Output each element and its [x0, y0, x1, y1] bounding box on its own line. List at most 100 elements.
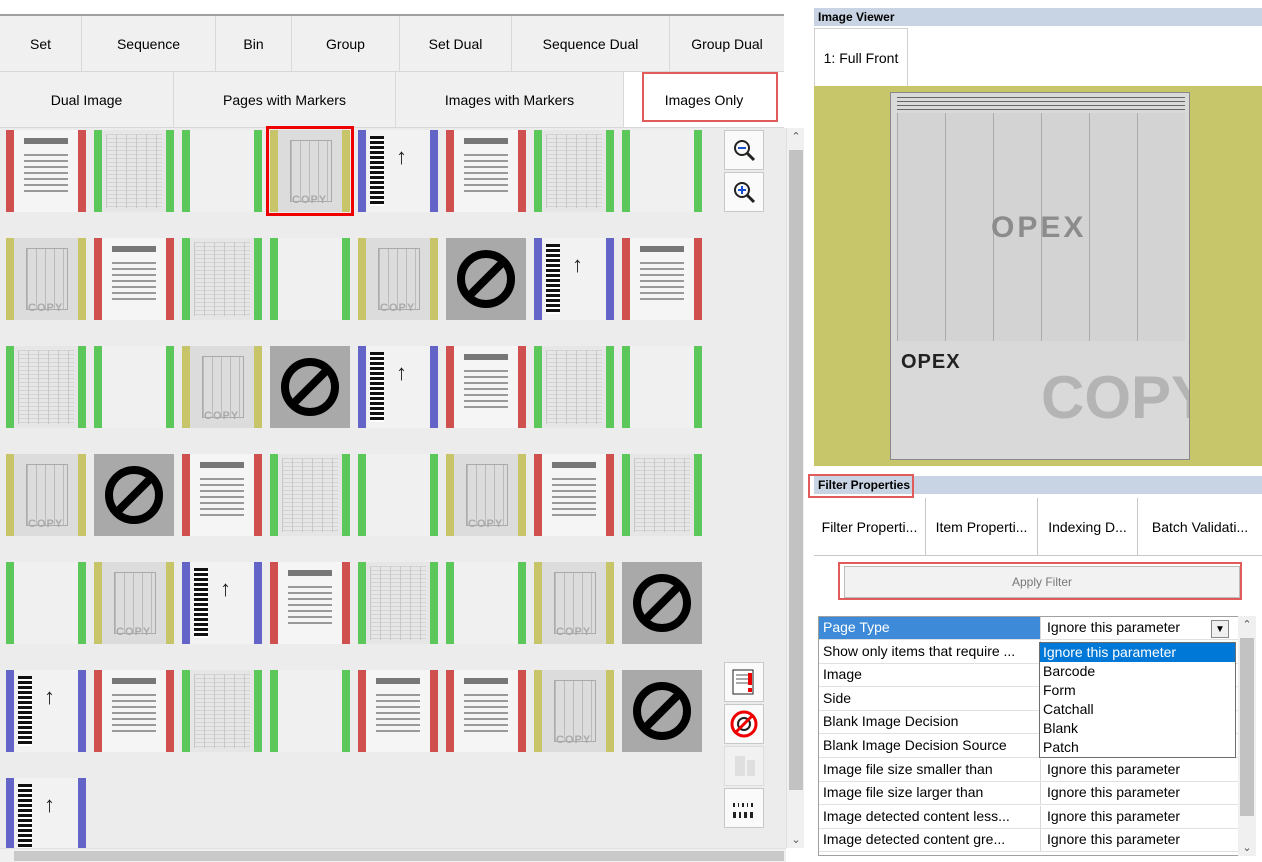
thumbnail[interactable] [358, 562, 438, 644]
dropdown-option[interactable]: Ignore this parameter [1040, 643, 1235, 662]
tab-sequence[interactable]: Sequence [82, 16, 216, 71]
scroll-up-arrow-icon[interactable]: ⌃ [787, 130, 805, 143]
tab-set[interactable]: Set [0, 16, 82, 71]
property-grid-scrollbar[interactable]: ⌃ ⌄ [1238, 616, 1256, 856]
dropdown-option[interactable]: Form [1040, 681, 1235, 700]
thumbnail-grid: COPY COPY COPY COPY COPY COPY COPY COPY COPY [0, 126, 786, 860]
thumbnail[interactable] [534, 454, 614, 536]
thumbnail-horizontal-scrollbar[interactable] [0, 848, 786, 862]
thumbnail[interactable] [622, 346, 702, 428]
thumbnail[interactable] [270, 346, 350, 428]
property-row[interactable]: Image detected content less... Ignore thi… [819, 805, 1243, 829]
property-row[interactable]: Page Type Ignore this parameter [819, 617, 1243, 640]
tab-bin[interactable]: Bin [216, 16, 292, 71]
tab-group-dual[interactable]: Group Dual [670, 16, 784, 71]
grid-scrollbar-thumb[interactable] [1240, 638, 1254, 816]
thumbnail[interactable] [622, 130, 702, 212]
thumbnail[interactable]: COPY [94, 562, 174, 644]
hscrollbar-thumb[interactable] [14, 851, 784, 861]
thumbnail[interactable] [446, 346, 526, 428]
thumbnail[interactable] [270, 454, 350, 536]
dropdown-option[interactable]: Patch [1040, 738, 1235, 757]
thumbnail[interactable]: COPY [182, 346, 262, 428]
thumbnail[interactable] [94, 670, 174, 752]
thumbnail[interactable] [622, 454, 702, 536]
thumbnail[interactable]: COPY [534, 670, 614, 752]
tab-images-only[interactable]: Images Only [624, 72, 784, 127]
thumbnail[interactable] [6, 130, 86, 212]
thumbnail[interactable] [182, 454, 262, 536]
thumbnail-vertical-scrollbar[interactable]: ⌃ ⌄ [786, 128, 804, 848]
tab-batch-validation[interactable]: Batch Validati... [1138, 498, 1262, 555]
thumbnail[interactable] [622, 238, 702, 320]
thumbnail[interactable] [6, 346, 86, 428]
thumbnail[interactable] [622, 670, 702, 752]
thumbnail[interactable]: COPY [446, 454, 526, 536]
barcode-button[interactable] [724, 788, 764, 828]
thumbnail[interactable] [182, 238, 262, 320]
tab-filter-properties[interactable]: Filter Properti... [814, 498, 926, 555]
zoom-out-button[interactable] [724, 130, 764, 170]
thumbnail[interactable]: COPY [266, 126, 354, 216]
grid-scroll-down-arrow-icon[interactable]: ⌄ [1238, 841, 1256, 854]
dropdown-option[interactable]: Barcode [1040, 662, 1235, 681]
thumbnail[interactable] [358, 670, 438, 752]
thumbnail[interactable] [534, 346, 614, 428]
zoom-in-button[interactable] [724, 172, 764, 212]
tab-images-with-markers[interactable]: Images with Markers [396, 72, 624, 127]
thumbnail[interactable] [6, 670, 86, 752]
tab-pages-with-markers[interactable]: Pages with Markers [174, 72, 396, 127]
thumbnail[interactable] [622, 562, 702, 644]
tab-dual-image[interactable]: Dual Image [0, 72, 174, 127]
tab-sequence-dual[interactable]: Sequence Dual [512, 16, 670, 71]
thumbnail[interactable] [358, 454, 438, 536]
scroll-down-arrow-icon[interactable]: ⌄ [787, 833, 805, 846]
thumbnail[interactable]: COPY [6, 238, 86, 320]
property-value[interactable]: Ignore this parameter [1041, 782, 1243, 804]
property-value[interactable]: Ignore this parameter [1041, 806, 1243, 828]
flag-exception-button[interactable] [724, 662, 764, 702]
thumbnail[interactable] [446, 562, 526, 644]
tab-item-properties[interactable]: Item Properti... [926, 498, 1038, 555]
thumbnail[interactable] [94, 454, 174, 536]
thumbnail[interactable] [358, 130, 438, 212]
thumbnail[interactable]: COPY [6, 454, 86, 536]
page-type-dropdown-arrow[interactable]: ▼ [1211, 620, 1229, 638]
property-row[interactable]: Image detected content gre... Ignore this… [819, 829, 1243, 853]
thumbnail[interactable] [94, 130, 174, 212]
thumbnail[interactable] [534, 130, 614, 212]
property-value[interactable]: Ignore this parameter [1041, 759, 1243, 781]
apply-filter-button[interactable]: Apply Filter [844, 566, 1240, 598]
thumbnail[interactable] [182, 562, 262, 644]
dropdown-option[interactable]: Blank [1040, 719, 1235, 738]
dual-page-button[interactable] [724, 746, 764, 786]
thumbnail[interactable] [446, 670, 526, 752]
thumbnail[interactable]: COPY [358, 238, 438, 320]
scrollbar-thumb[interactable] [789, 150, 803, 790]
thumbnail[interactable]: COPY [534, 562, 614, 644]
thumbnail[interactable] [182, 670, 262, 752]
page-type-dropdown-list[interactable]: Ignore this parameter Barcode Form Catchall… [1039, 642, 1236, 758]
property-row[interactable]: Image file size smaller than Ignore this … [819, 758, 1243, 782]
grid-scroll-up-arrow-icon[interactable]: ⌃ [1238, 618, 1256, 631]
tab-set-dual[interactable]: Set Dual [400, 16, 512, 71]
dropdown-option[interactable]: Catchall [1040, 700, 1235, 719]
thumbnail[interactable] [182, 130, 262, 212]
thumbnail[interactable] [270, 238, 350, 320]
thumbnail[interactable] [358, 346, 438, 428]
tab-full-front[interactable]: 1: Full Front [814, 28, 908, 86]
thumbnail[interactable] [446, 238, 526, 320]
thumbnail[interactable] [446, 130, 526, 212]
tab-group[interactable]: Group [292, 16, 400, 71]
thumbnail[interactable] [270, 562, 350, 644]
thumbnail[interactable] [270, 670, 350, 752]
thumbnail[interactable] [94, 346, 174, 428]
property-value[interactable]: Ignore this parameter [1041, 829, 1243, 851]
property-row[interactable]: Image file size larger than Ignore this p… [819, 782, 1243, 806]
document-logo-watermark: OPEX [991, 211, 1087, 244]
thumbnail[interactable] [6, 562, 86, 644]
tab-indexing-data[interactable]: Indexing D... [1038, 498, 1138, 555]
thumbnail[interactable] [94, 238, 174, 320]
thumbnail[interactable] [534, 238, 614, 320]
no-image-button[interactable] [724, 704, 764, 744]
